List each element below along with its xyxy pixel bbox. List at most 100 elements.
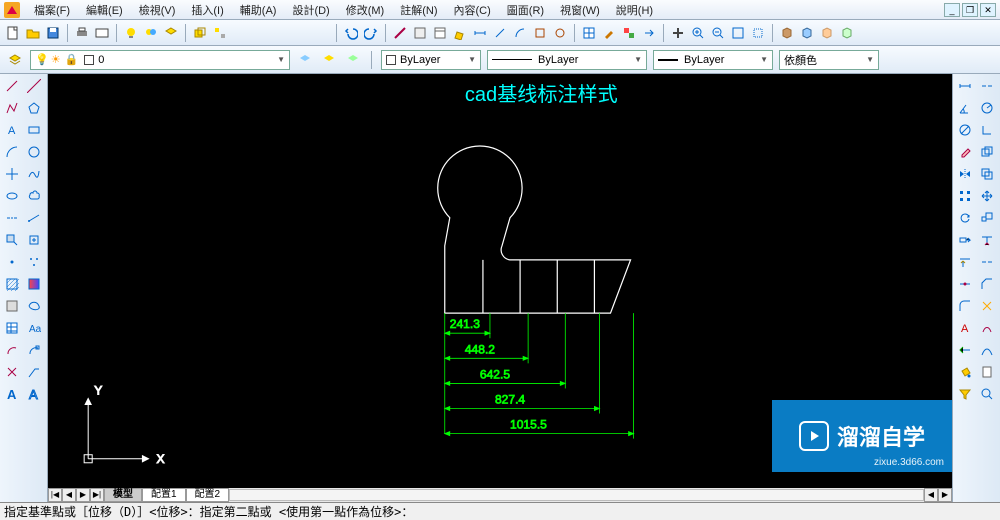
dim-diameter-tool[interactable] bbox=[955, 120, 975, 140]
tab-layout1[interactable]: 配置1 bbox=[142, 488, 186, 502]
3d-view-b-button[interactable] bbox=[798, 24, 816, 42]
break-tool[interactable] bbox=[977, 252, 997, 272]
tab-layout2[interactable]: 配置2 bbox=[186, 488, 230, 502]
dim-arc-button[interactable] bbox=[511, 24, 529, 42]
filter-tool[interactable] bbox=[955, 384, 975, 404]
rectangle-tool[interactable] bbox=[24, 120, 44, 140]
save-button[interactable] bbox=[44, 24, 62, 42]
properties-button[interactable] bbox=[431, 24, 449, 42]
drawing-canvas[interactable]: cad基线标注样式 241.3 bbox=[48, 74, 952, 502]
bulb-double-icon[interactable] bbox=[142, 24, 160, 42]
layer-toggle-button[interactable] bbox=[211, 24, 229, 42]
copy-tool[interactable] bbox=[977, 142, 997, 162]
stretch-tool[interactable] bbox=[955, 230, 975, 250]
icon-tool-a[interactable] bbox=[531, 24, 549, 42]
lineweight-combo[interactable]: ByLayer ▼ bbox=[653, 50, 773, 70]
window-close-button[interactable]: ✕ bbox=[980, 3, 996, 17]
hscroll-track[interactable] bbox=[229, 489, 924, 501]
layer-tool-c[interactable] bbox=[344, 51, 362, 69]
move-tool[interactable] bbox=[2, 164, 22, 184]
menu-design[interactable]: 設計(D) bbox=[284, 0, 337, 20]
zoom-extents-button[interactable] bbox=[729, 24, 747, 42]
new-file-button[interactable] bbox=[4, 24, 22, 42]
spline-tool[interactable] bbox=[24, 164, 44, 184]
mtext-tool[interactable]: Aa bbox=[24, 318, 44, 338]
dim-linear-button[interactable] bbox=[471, 24, 489, 42]
move2-tool[interactable] bbox=[977, 186, 997, 206]
preview-button[interactable] bbox=[93, 24, 111, 42]
open-file-button[interactable] bbox=[24, 24, 42, 42]
pencil-edit-button[interactable] bbox=[451, 24, 469, 42]
dim-radius-tool[interactable] bbox=[977, 98, 997, 118]
bulb-yellow-icon[interactable] bbox=[122, 24, 140, 42]
polyline-tool[interactable] bbox=[2, 98, 22, 118]
block-insert-tool[interactable] bbox=[2, 230, 22, 250]
leader-tool[interactable] bbox=[24, 362, 44, 382]
color-combo[interactable]: ByLayer ▼ bbox=[381, 50, 481, 70]
menu-assist[interactable]: 輔助(A) bbox=[232, 0, 285, 20]
menu-help[interactable]: 說明(H) bbox=[608, 0, 661, 20]
text-a-tool[interactable]: A bbox=[2, 120, 22, 140]
tab-next-button[interactable]: ▶ bbox=[76, 488, 90, 502]
sheet2-tool[interactable] bbox=[977, 362, 997, 382]
plotstyle-combo[interactable]: 依顏色 ▼ bbox=[779, 50, 879, 70]
gradient-tool[interactable] bbox=[24, 274, 44, 294]
text-hollow-a-tool[interactable]: A bbox=[24, 384, 44, 404]
dim-check-tool[interactable] bbox=[955, 340, 975, 360]
chamfer-tool[interactable] bbox=[977, 274, 997, 294]
layer-combo[interactable]: 💡 ☀ 🔒 0 ▼ bbox=[30, 50, 290, 70]
hatch-tool[interactable] bbox=[2, 274, 22, 294]
xline-tool[interactable] bbox=[24, 76, 44, 96]
layer-manage-button[interactable] bbox=[162, 24, 180, 42]
3d-view-d-button[interactable] bbox=[838, 24, 856, 42]
text-big-a-tool[interactable]: A bbox=[2, 384, 22, 404]
path-tool[interactable] bbox=[977, 340, 997, 360]
multipoint-tool[interactable] bbox=[24, 252, 44, 272]
point-tool[interactable] bbox=[2, 252, 22, 272]
menu-viewwin[interactable]: 視窗(W) bbox=[552, 0, 608, 20]
sheet-button[interactable] bbox=[411, 24, 429, 42]
circle-tool[interactable] bbox=[24, 142, 44, 162]
dim-tool[interactable] bbox=[24, 208, 44, 228]
window-minimize-button[interactable]: _ bbox=[944, 3, 960, 17]
table-button[interactable] bbox=[580, 24, 598, 42]
text-red-a-tool[interactable]: A bbox=[955, 318, 975, 338]
region-tool[interactable] bbox=[2, 296, 22, 316]
layer-tool-b[interactable] bbox=[320, 51, 338, 69]
join-tool[interactable] bbox=[955, 274, 975, 294]
offset-tool[interactable] bbox=[977, 164, 997, 184]
dim-angular-tool[interactable] bbox=[955, 98, 975, 118]
brush-button[interactable] bbox=[600, 24, 618, 42]
erase-tool[interactable] bbox=[955, 142, 975, 162]
free-shape-tool[interactable] bbox=[977, 318, 997, 338]
zoom-out-button[interactable] bbox=[709, 24, 727, 42]
trim-tool[interactable] bbox=[977, 230, 997, 250]
zoom-window-button[interactable] bbox=[749, 24, 767, 42]
hscroll-left-button[interactable]: ◀ bbox=[924, 488, 938, 502]
arc-sel-tool[interactable] bbox=[24, 340, 44, 360]
menu-modify[interactable]: 修改(M) bbox=[338, 0, 393, 20]
command-input[interactable] bbox=[4, 505, 996, 519]
linetype-combo[interactable]: ByLayer ▼ bbox=[487, 50, 647, 70]
tab-prev-button[interactable]: ◀ bbox=[62, 488, 76, 502]
boundary-tool[interactable] bbox=[24, 296, 44, 316]
print-button[interactable] bbox=[73, 24, 91, 42]
3d-view-a-button[interactable] bbox=[778, 24, 796, 42]
dim-continue-tool[interactable] bbox=[977, 76, 997, 96]
pan-button[interactable] bbox=[669, 24, 687, 42]
bucket-tool[interactable] bbox=[955, 362, 975, 382]
block-make-tool[interactable] bbox=[24, 230, 44, 250]
layer-properties-button[interactable] bbox=[6, 51, 24, 69]
command-line[interactable] bbox=[0, 502, 1000, 520]
undo-button[interactable] bbox=[342, 24, 360, 42]
array-tool[interactable] bbox=[955, 186, 975, 206]
ellipse-tool[interactable] bbox=[2, 186, 22, 206]
tab-model[interactable]: 模型 bbox=[104, 488, 142, 502]
hreg-tool[interactable] bbox=[2, 208, 22, 228]
rotate-tool[interactable] bbox=[955, 208, 975, 228]
arc-small-tool[interactable] bbox=[2, 340, 22, 360]
revcloud-tool[interactable] bbox=[24, 186, 44, 206]
tab-last-button[interactable]: ▶| bbox=[90, 488, 104, 502]
zoom-in-button[interactable] bbox=[689, 24, 707, 42]
explode-tool[interactable] bbox=[2, 362, 22, 382]
